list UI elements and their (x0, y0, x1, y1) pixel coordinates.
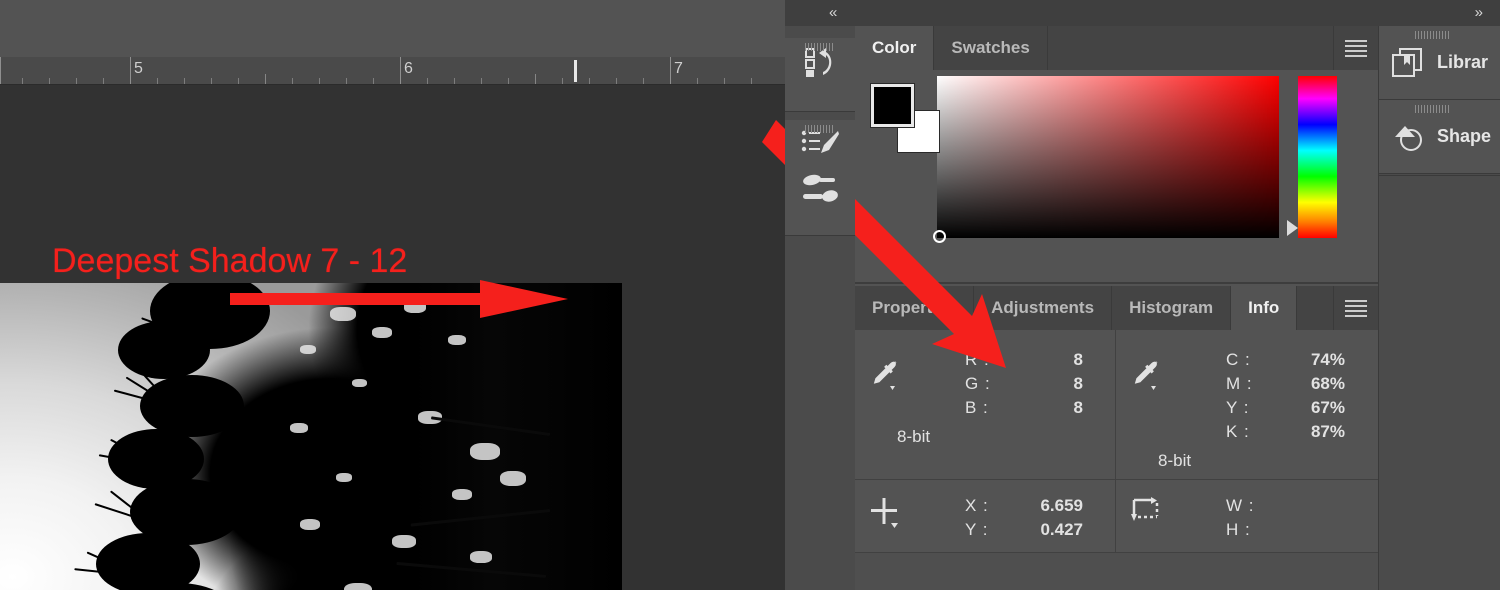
rail-empty-area (1379, 175, 1500, 590)
info-value-k: 87% (1311, 420, 1345, 444)
ruler-label-7: 7 (674, 61, 683, 77)
rail-item-libraries[interactable]: Librar (1379, 26, 1500, 100)
ruler-cursor-marker (574, 60, 577, 82)
info-value-b: 8 (1074, 396, 1083, 420)
tabstrip-filler (1048, 26, 1334, 70)
ruler-label-6: 6 (404, 61, 413, 77)
hue-slider[interactable] (1298, 76, 1337, 238)
marquee-icon (1130, 496, 1164, 530)
info-value-c: 74% (1311, 348, 1345, 372)
tab-color[interactable]: Color (855, 26, 934, 70)
annotation-text: Deepest Shadow 7 - 12 (52, 242, 407, 280)
rail-group-brushes (785, 120, 855, 236)
tab-info[interactable]: Info (1231, 286, 1297, 330)
info-key-k: K : (1226, 420, 1250, 444)
info-key-y-pos: Y : (965, 518, 988, 542)
info-panel-footer (855, 553, 1378, 590)
dock-header: « » (785, 0, 1500, 26)
info-row-y: Y : 67% (1116, 396, 1377, 420)
panel-grip[interactable] (805, 43, 835, 51)
info-cmyk-bit-depth: 8-bit (1116, 451, 1377, 471)
document-image[interactable] (0, 283, 622, 590)
info-dimensions-readout[interactable]: W : H : (1116, 480, 1377, 552)
tab-histogram[interactable]: Histogram (1112, 286, 1231, 330)
info-position-readout[interactable]: X : 6.659 Y : 0.427 (855, 480, 1116, 552)
photoshop-window: 5 6 7 (0, 0, 1500, 590)
info-key-h: H : (1226, 518, 1251, 542)
info-value-y: 67% (1311, 396, 1345, 420)
info-value-m: 68% (1311, 372, 1345, 396)
info-value-g: 8 (1074, 372, 1083, 396)
info-key-c: C : (1226, 348, 1251, 372)
right-collapsed-rail: Librar Shape (1378, 26, 1500, 590)
info-geometry-row: X : 6.659 Y : 0.427 (855, 480, 1378, 553)
panel-grip[interactable] (1415, 105, 1449, 113)
document-area: 5 6 7 (0, 0, 785, 590)
info-row-k: K : 87% (1116, 420, 1377, 444)
info-value-r: 8 (1074, 348, 1083, 372)
rail-label-shapes: Shape (1437, 126, 1491, 147)
info-key-x: X : (965, 494, 989, 518)
annotation-arrow-horizontal (230, 276, 570, 322)
expand-panels-icon[interactable]: « (829, 5, 836, 21)
rail-group-history (785, 38, 855, 112)
info-cmyk-readout[interactable]: C : 74% M : 68% Y : 67% (1116, 330, 1377, 479)
eyedropper-icon (1130, 358, 1164, 392)
info-value-x: 6.659 (1040, 494, 1083, 518)
info-rgb-bit-depth: 8-bit (855, 427, 1115, 447)
ruler-label-5: 5 (134, 61, 143, 77)
document-top-strip (0, 0, 785, 57)
panel-grip[interactable] (1415, 31, 1449, 39)
rail-label-libraries: Librar (1437, 52, 1488, 73)
info-key-m: M : (1226, 372, 1253, 396)
info-key-y: Y : (1226, 396, 1249, 420)
color-panel-menu-icon[interactable] (1334, 26, 1378, 70)
photo-trunk (412, 283, 622, 590)
tab-swatches[interactable]: Swatches (934, 26, 1047, 70)
shapes-icon (1379, 121, 1437, 153)
libraries-icon (1379, 47, 1437, 79)
tabstrip-filler (1297, 286, 1334, 330)
foreground-color-swatch[interactable] (871, 84, 914, 127)
rail-item-shapes[interactable]: Shape (1379, 100, 1500, 174)
collapse-panels-icon[interactable]: » (1475, 5, 1482, 21)
panel-grip[interactable] (805, 125, 835, 133)
canvas-background[interactable]: Deepest Shadow 7 - 12 (0, 85, 785, 590)
crosshair-icon (869, 496, 903, 530)
info-panel-menu-icon[interactable] (1334, 286, 1378, 330)
color-panel-tabstrip: Color Swatches (855, 26, 1378, 70)
horizontal-ruler[interactable]: 5 6 7 (0, 57, 785, 85)
info-key-w: W : (1226, 494, 1255, 518)
info-value-y-pos: 0.427 (1040, 518, 1083, 542)
brush-settings-icon[interactable] (785, 168, 855, 210)
hue-slider-marker (1287, 220, 1298, 236)
